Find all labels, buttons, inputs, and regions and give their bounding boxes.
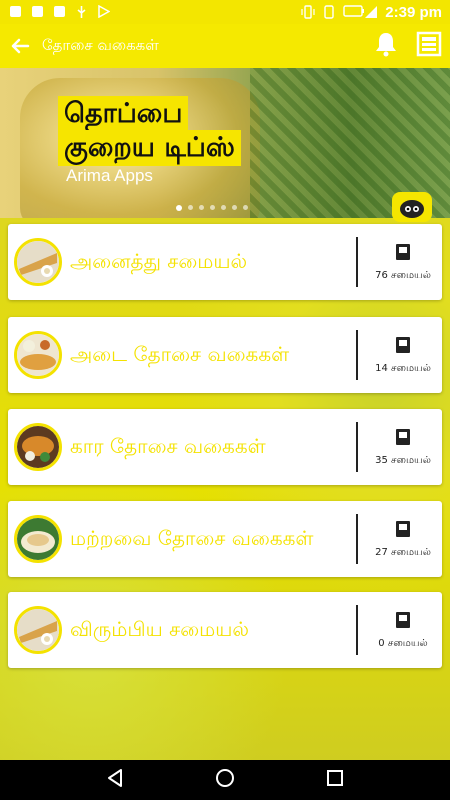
category-label: விரும்பிய சமையல் [70, 616, 249, 641]
mascot-icon[interactable] [392, 192, 432, 222]
app-icon [8, 5, 22, 19]
page-dot[interactable] [221, 205, 226, 210]
book-icon [395, 520, 411, 542]
category-card[interactable]: மற்றவை தோசை வகைகள் 27 சமையல் [8, 501, 442, 577]
app-icon [30, 5, 44, 19]
vibrate-icon [301, 5, 315, 19]
play-icon [96, 4, 111, 19]
divider [356, 422, 358, 472]
recipe-count-text: 27 சமையல் [375, 546, 431, 558]
page-dot[interactable] [176, 205, 182, 211]
banner-title-line1: தொப்பை [58, 96, 189, 132]
book-icon [395, 611, 411, 633]
banner-page-indicator [176, 205, 248, 211]
recipe-count: 35 சமையல் [364, 428, 442, 467]
recipe-count-text: 0 சமையல் [378, 637, 428, 649]
app-icon [52, 5, 66, 19]
category-card[interactable]: விரும்பிய சமையல் 0 சமையல் [8, 592, 442, 668]
recipe-count-text: 35 சமையல் [375, 454, 431, 466]
nav-back-icon[interactable] [105, 768, 125, 792]
recipe-count-text: 76 சமையல் [375, 269, 431, 281]
kara-dosa-thumbnail-image [14, 423, 62, 471]
category-card[interactable]: அனைத்து சமையல் 76 சமையல் [8, 224, 442, 300]
recipe-count: 27 சமையல் [364, 520, 442, 559]
system-nav-bar [0, 760, 450, 800]
usb-icon [74, 5, 88, 19]
banner-title-line2: குறைய டிப்ஸ் [58, 130, 241, 166]
status-notifications [8, 4, 111, 19]
signal-icon [364, 5, 378, 19]
status-time: 2:39 pm [385, 3, 442, 21]
book-icon [395, 428, 411, 450]
page-dot[interactable] [210, 205, 215, 210]
layout-icon[interactable] [416, 31, 442, 61]
nav-recents-icon[interactable] [325, 768, 345, 792]
category-label: மற்றவை தோசை வகைகள் [70, 525, 314, 550]
bell-icon[interactable] [374, 31, 398, 61]
divider [356, 514, 358, 564]
status-system: 2:39 pm [301, 4, 442, 21]
back-arrow-icon[interactable] [8, 34, 32, 58]
other-dosa-thumbnail-image [14, 515, 62, 563]
page-dot[interactable] [232, 205, 237, 210]
recipe-count: 0 சமையல் [364, 611, 442, 650]
category-card[interactable]: கார தோசை வகைகள் 35 சமையல் [8, 409, 442, 485]
category-label: அனைத்து சமையல் [70, 248, 248, 273]
favorite-dosa-thumbnail-image [14, 606, 62, 654]
page-dot[interactable] [188, 205, 193, 210]
category-card[interactable]: அடை தோசை வகைகள் 14 சமையல் [8, 317, 442, 393]
banner-subtitle: Arima Apps [66, 166, 153, 185]
book-icon [395, 336, 411, 358]
adai-dosa-thumbnail-image [14, 331, 62, 379]
status-bar: 2:39 pm [0, 0, 450, 24]
battery-icon [343, 5, 365, 19]
page-dot[interactable] [243, 205, 248, 210]
book-icon [395, 243, 411, 265]
nav-home-icon[interactable] [214, 767, 236, 793]
phone-icon [322, 5, 336, 19]
category-list: அனைத்து சமையல் 76 சமையல் அடை தோசை வகைகள்… [0, 218, 450, 760]
promo-banner[interactable]: தொப்பை குறைய டிப்ஸ் Arima Apps [0, 68, 450, 218]
page-dot[interactable] [199, 205, 204, 210]
recipe-count: 76 சமையல் [364, 243, 442, 282]
dosa-thumbnail-image [14, 238, 62, 286]
page-title: தோசை வகைகள் [42, 36, 159, 54]
category-label: கார தோசை வகைகள் [70, 433, 266, 458]
app-bar: தோசை வகைகள் [0, 24, 450, 68]
recipe-count: 14 சமையல் [364, 336, 442, 375]
divider [356, 605, 358, 655]
category-label: அடை தோசை வகைகள் [70, 341, 290, 366]
divider [356, 237, 358, 287]
recipe-count-text: 14 சமையல் [375, 362, 431, 374]
divider [356, 330, 358, 380]
